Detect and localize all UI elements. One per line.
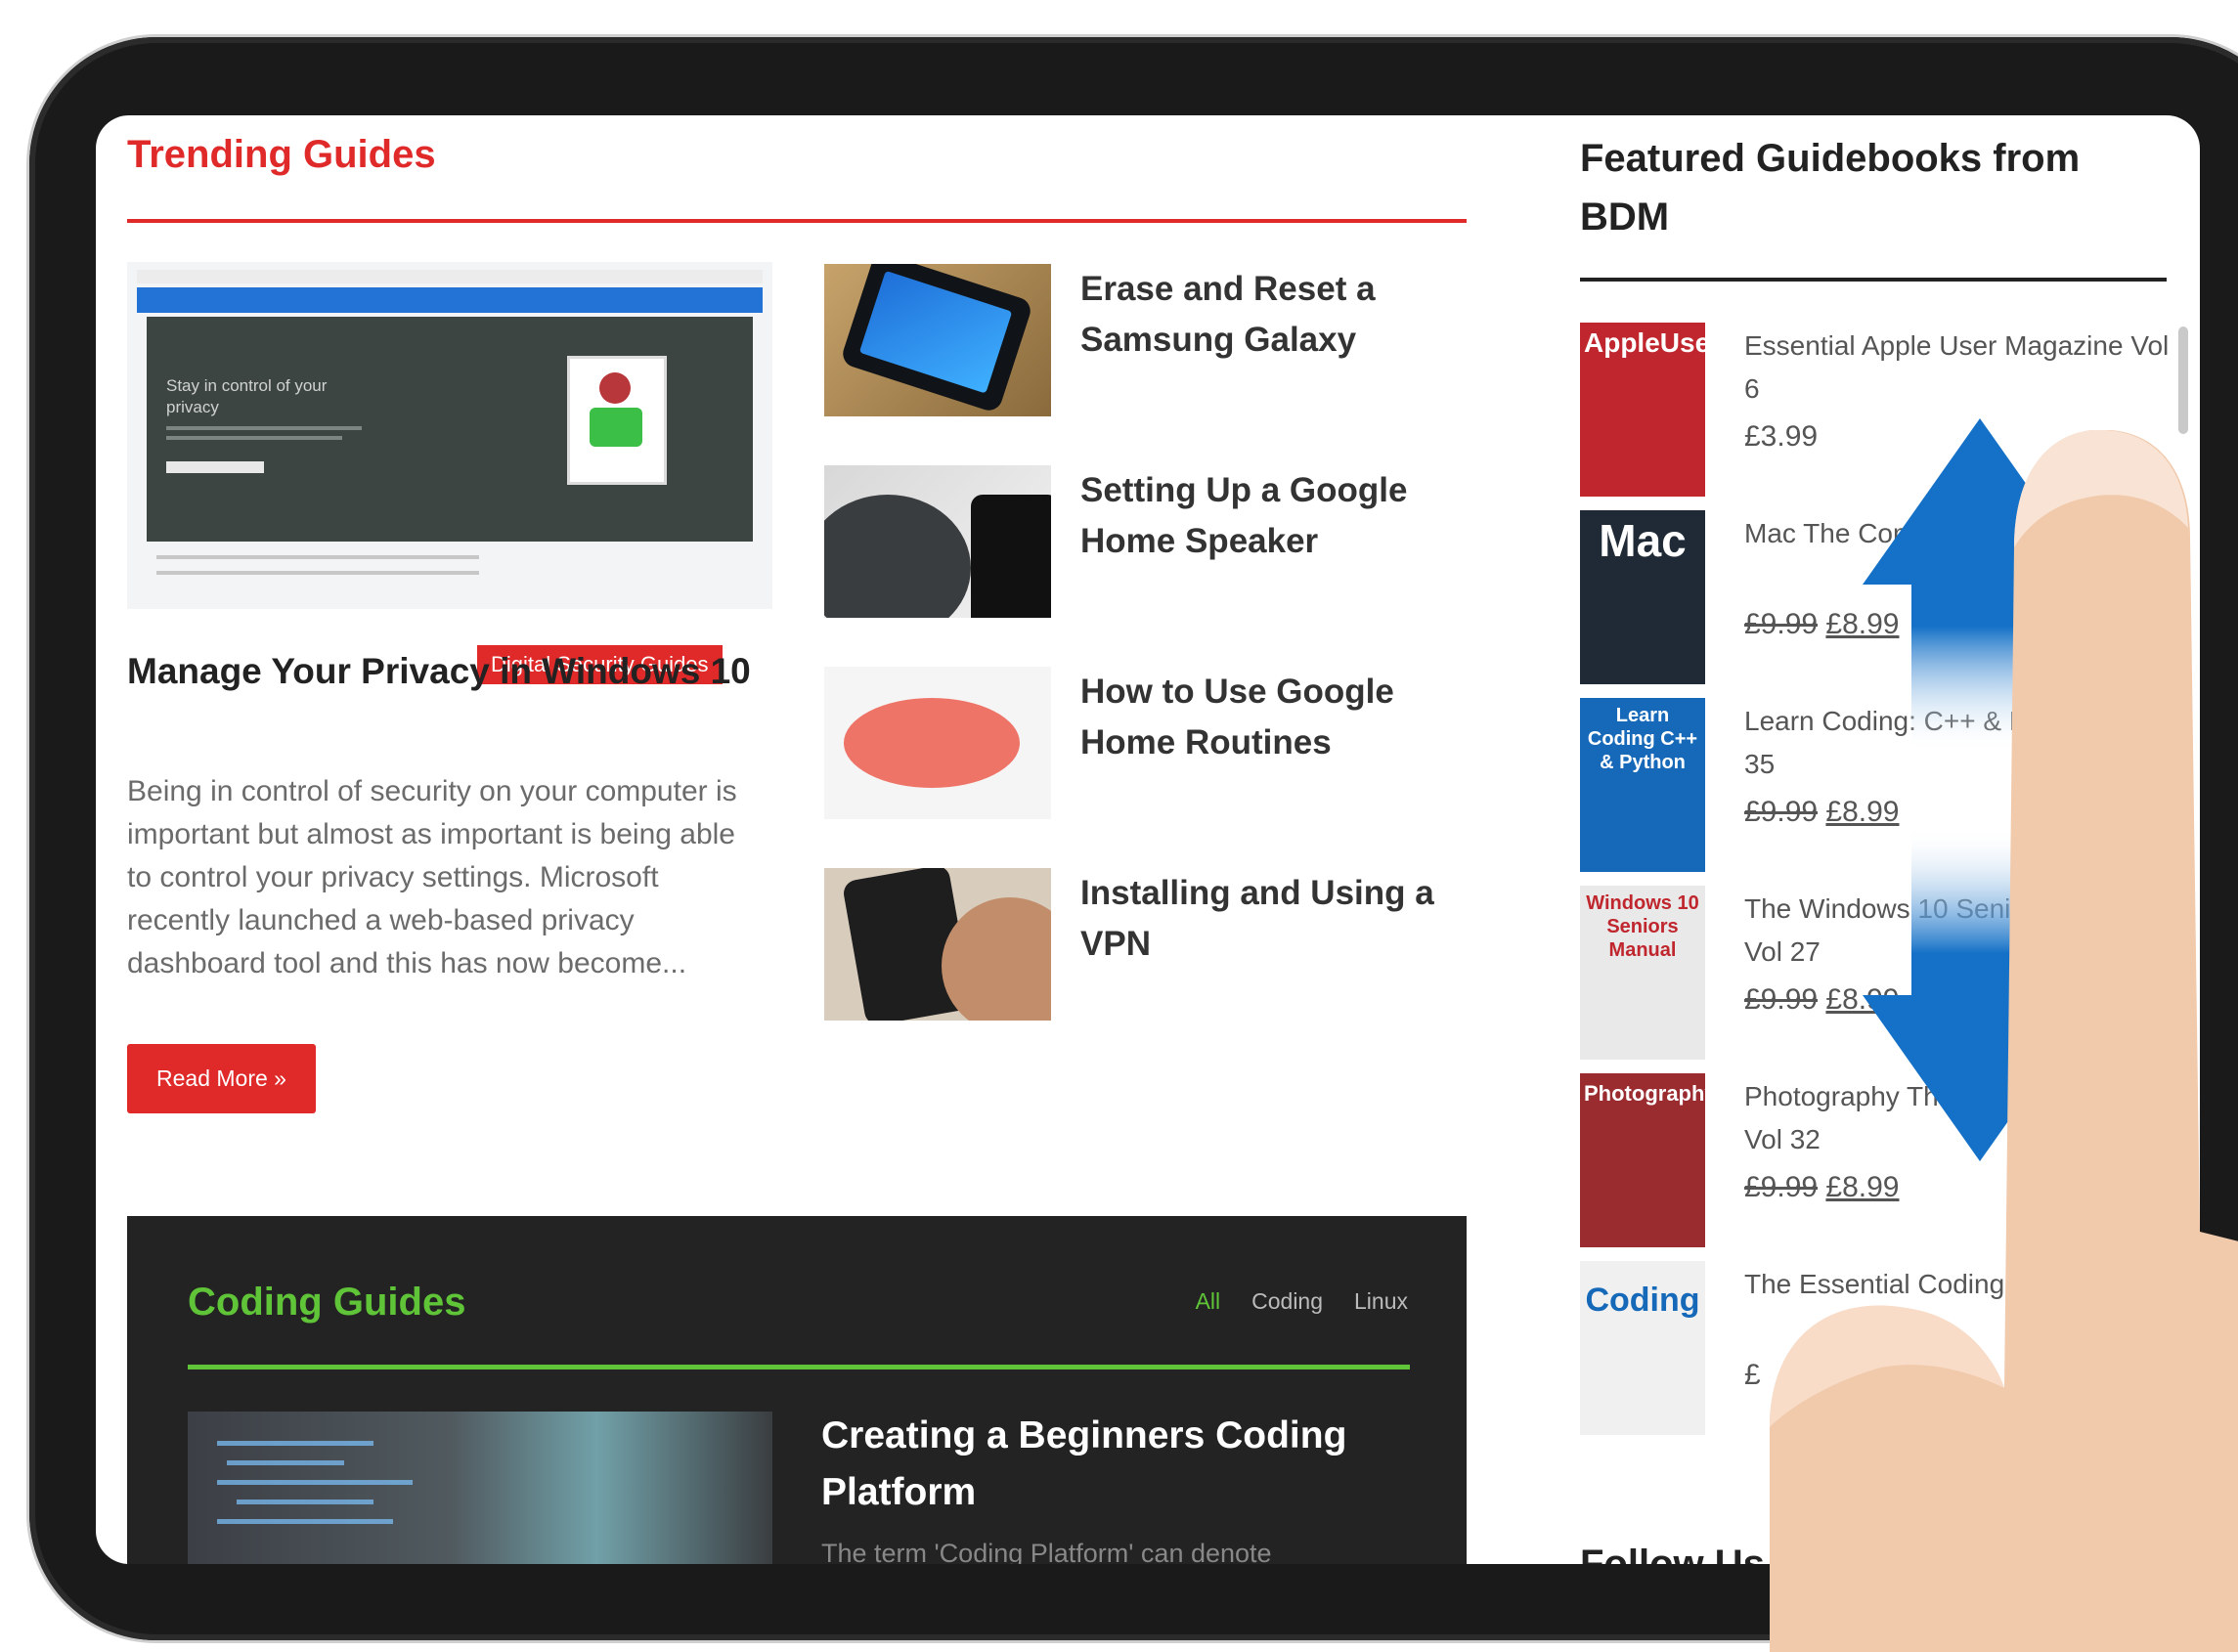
read-more-button[interactable]: Read More »	[127, 1044, 316, 1113]
tab-linux[interactable]: Linux	[1354, 1288, 1408, 1315]
illustration-frame	[567, 356, 667, 485]
trending-thumbnail[interactable]	[824, 465, 1051, 618]
hero-article-excerpt: Being in control of security on your com…	[127, 775, 737, 979]
code-line	[217, 1441, 373, 1446]
current-price: £	[1744, 1359, 1761, 1391]
coding-post-title[interactable]: Creating a Beginners Coding Platform	[821, 1408, 1408, 1521]
cover-title: Windows 10 Seniors Manual	[1586, 892, 1699, 961]
settings-row	[156, 571, 479, 575]
site-nav-bar	[137, 287, 763, 313]
phone-screen	[858, 270, 1013, 394]
trending-item-title[interactable]: How to Use Google Home Routines	[1080, 667, 1471, 768]
person-head-icon	[599, 372, 631, 404]
trending-thumbnail[interactable]	[824, 868, 1051, 1021]
coding-guides-heading: Coding Guides	[188, 1281, 466, 1324]
code-line	[237, 1500, 373, 1504]
privacy-banner: Stay in control of your privacy	[147, 317, 753, 542]
trending-item-title[interactable]: Erase and Reset a Samsung Galaxy	[1080, 264, 1471, 366]
follow-us-heading: Follow Us	[1580, 1543, 1765, 1564]
book-price: £	[1744, 1359, 1761, 1392]
coding-post-image[interactable]	[188, 1412, 772, 1564]
tab-coding[interactable]: Coding	[1251, 1288, 1323, 1315]
cover-title: Learn Coding C++ & Python	[1587, 705, 1698, 773]
book-cover[interactable]: Coding	[1580, 1261, 1705, 1435]
speaker-shape	[844, 698, 1020, 788]
hero-image[interactable]: Stay in control of your privacy Digital …	[127, 262, 772, 684]
phone-shape	[971, 495, 1051, 618]
trending-item-title[interactable]: Setting Up a Google Home Speaker	[1080, 465, 1471, 567]
banner-text: Stay in control of your privacy	[166, 376, 328, 416]
cover-title: Mac	[1599, 515, 1687, 566]
hero-article-title[interactable]: Manage Your Privacy in Windows 10	[127, 643, 753, 700]
trending-item[interactable]: Installing and Using a VPN	[824, 868, 1470, 1024]
coding-guides-section: Coding Guides All Coding Linux Creating …	[127, 1216, 1467, 1564]
hand-finger-icon	[1770, 430, 2238, 1652]
speaker-shape	[824, 495, 971, 618]
coding-post-excerpt: The term 'Coding Platform' can denote	[821, 1539, 1272, 1564]
code-line	[217, 1519, 393, 1524]
trending-thumbnail[interactable]	[824, 667, 1051, 819]
settings-row	[156, 555, 479, 559]
coding-divider	[188, 1365, 1410, 1369]
cover-title: AppleUser	[1584, 327, 1705, 358]
trending-item-title[interactable]: Installing and Using a VPN	[1080, 868, 1471, 970]
banner-line	[166, 436, 342, 440]
cover-title: Photography	[1584, 1081, 1705, 1106]
book-cover[interactable]: AppleUser	[1580, 323, 1705, 497]
phone-shape	[839, 264, 1034, 414]
tab-all[interactable]: All	[1196, 1288, 1221, 1315]
trending-thumbnail[interactable]	[824, 264, 1051, 416]
cover-title: Coding	[1585, 1282, 1700, 1319]
browser-topbar	[137, 270, 763, 283]
featured-guidebooks-heading: Featured Guidebooks from BDM	[1580, 137, 2081, 239]
trending-item[interactable]: Erase and Reset a Samsung Galaxy	[824, 264, 1470, 420]
book-cover[interactable]: Learn Coding C++ & Python	[1580, 698, 1705, 872]
coding-filter-tabs: All Coding Linux	[1196, 1288, 1408, 1315]
person-body-icon	[590, 408, 642, 447]
code-line	[227, 1460, 344, 1465]
trending-guides-heading: Trending Guides	[127, 133, 436, 176]
settings-rows	[156, 555, 479, 594]
book-cover[interactable]: Mac	[1580, 510, 1705, 684]
book-title[interactable]: Essential Apple User Magazine Vol 6	[1744, 325, 2174, 411]
book-cover[interactable]: Windows 10 Seniors Manual	[1580, 886, 1705, 1060]
hand-shape	[942, 897, 1051, 1021]
banner-line	[166, 426, 362, 430]
trending-item[interactable]: How to Use Google Home Routines	[824, 667, 1470, 823]
sidebar-divider	[1580, 278, 2167, 282]
banner-button	[166, 461, 264, 473]
book-cover[interactable]: Photography	[1580, 1073, 1705, 1247]
code-line	[217, 1480, 413, 1485]
trending-divider	[127, 219, 1467, 223]
trending-item[interactable]: Setting Up a Google Home Speaker	[824, 465, 1470, 622]
